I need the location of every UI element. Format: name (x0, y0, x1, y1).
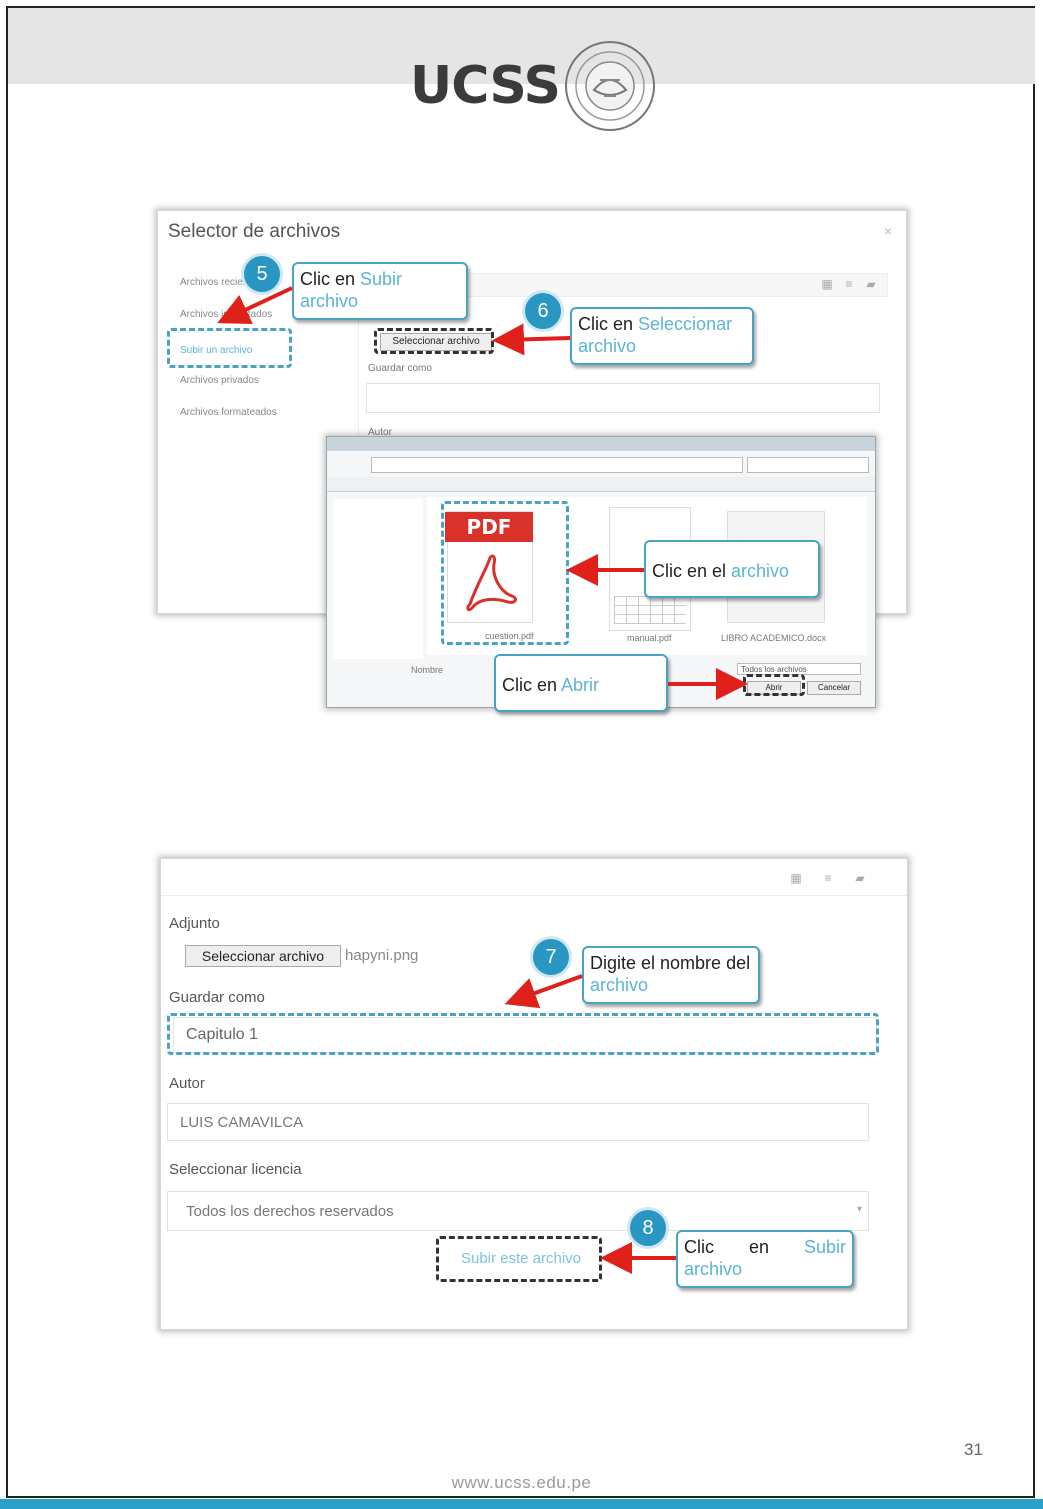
page-number: 31 (964, 1440, 983, 1459)
footer-url[interactable]: www.ucss.edu.pe (0, 1473, 1043, 1493)
brand-bottom-bar (0, 1499, 1043, 1509)
arrow-step-7 (504, 974, 583, 1009)
step-arrows-bottom (504, 974, 676, 1274)
